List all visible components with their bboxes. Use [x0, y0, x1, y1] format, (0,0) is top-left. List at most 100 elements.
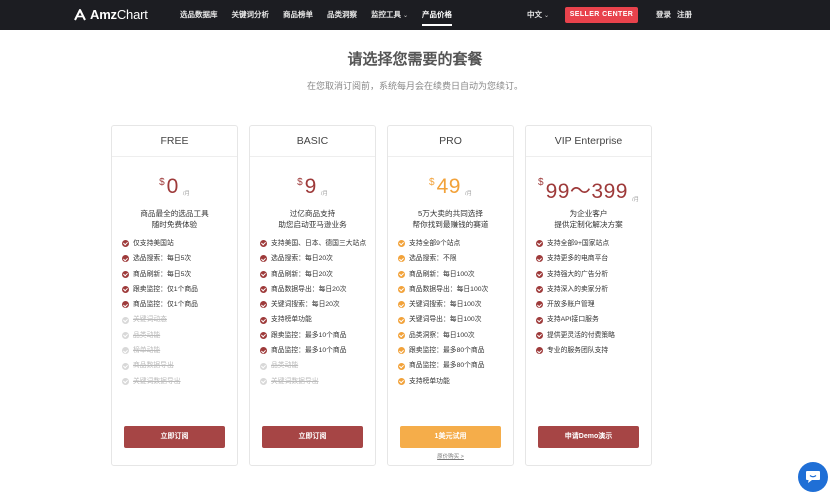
plan-feature: 关键词数据导出 — [260, 374, 371, 389]
price-amount: 49 — [436, 175, 461, 198]
check-circle-icon — [536, 301, 543, 309]
plan-feature: 支持深入的卖家分析 — [536, 282, 647, 297]
page-title: 请选择您需要的套餐 — [347, 51, 483, 68]
nav-item-label: 产品价格 — [422, 10, 453, 19]
nav-item-5[interactable]: 产品价格 — [422, 0, 453, 30]
plan-cta-button[interactable]: 立即订阅 — [262, 426, 363, 448]
plan-feature-text: 支持更多的电商平台 — [547, 255, 609, 263]
plan-feature-text: 支持榜单功能 — [409, 377, 450, 385]
price-currency: $ — [429, 177, 435, 188]
plan-description: 过亿商品支持 助您启动亚马逊业务 — [250, 208, 375, 230]
price-period: /月 — [631, 197, 639, 203]
check-circle-icon — [260, 286, 267, 294]
plan-feature: 商品数据导出：每日20次 — [260, 282, 371, 297]
check-circle-icon — [536, 270, 543, 278]
plan-feature: 品类动能 — [122, 328, 233, 343]
plan-cta-button[interactable]: 申请Demo演示 — [538, 426, 639, 448]
check-circle-icon — [122, 316, 129, 324]
plan-feature-text: 跟卖监控：最多80个商品 — [409, 347, 485, 355]
plan-feature: 关键词搜索：每日100次 — [398, 297, 509, 312]
check-circle-icon — [398, 316, 405, 324]
chat-button[interactable] — [798, 462, 828, 492]
plan-feature-text: 商品数据导出 — [133, 362, 174, 370]
nav-item-0[interactable]: 选品数据库 — [180, 0, 218, 30]
nav-item-3[interactable]: 品类洞察 — [327, 0, 357, 30]
check-circle-icon — [122, 377, 129, 385]
check-circle-icon — [122, 331, 129, 339]
plan-description-line: 助您启动亚马逊业务 — [278, 220, 347, 229]
check-circle-icon — [398, 270, 405, 278]
plan-feature: 跟卖监控：仅1个商品 — [122, 282, 233, 297]
plan-feature-text: 跟卖监控：最多10个商品 — [271, 331, 347, 339]
plan-feature: 商品数据导出：每日100次 — [398, 282, 509, 297]
plan-description: 商品最全的选品工具 随时免费体验 — [112, 208, 237, 230]
price-currency: $ — [297, 177, 303, 188]
check-circle-icon — [536, 240, 543, 248]
plan-feature-text: 关键词搜索：每日100次 — [409, 301, 482, 309]
price-period: /月 — [320, 191, 328, 197]
check-circle-icon — [260, 377, 267, 385]
plan-feature-text: 选品搜索：每日5次 — [133, 255, 192, 263]
language-selector[interactable]: 中文 ⌄ — [527, 0, 549, 30]
plan-description-line: 帮你找到最赚钱的赛道 — [412, 220, 489, 229]
plan-feature-text: 品类动能 — [133, 331, 161, 339]
check-circle-icon — [536, 347, 543, 355]
check-circle-icon — [260, 331, 267, 339]
price-period: /月 — [182, 191, 190, 197]
plan-feature-text: 关键词数据导出 — [271, 377, 319, 385]
buy-full-price-link[interactable]: 原价购买 > — [388, 452, 513, 460]
nav-item-label: 商品榜单 — [283, 10, 313, 19]
plan-feature: 选品搜索：每日5次 — [122, 251, 233, 266]
check-circle-icon — [122, 240, 129, 248]
nav-item-label: 品类洞察 — [327, 10, 357, 19]
check-circle-icon — [398, 347, 405, 355]
plan-feature-list: 支持全部9个站点 选品搜索：不限 商品刷新：每日100次 商品数据导出：每日100次关… — [398, 236, 509, 389]
plan-description-line: 为企业客户 — [569, 209, 608, 218]
check-circle-icon — [260, 255, 267, 263]
nav-item-2[interactable]: 商品榜单 — [283, 0, 313, 30]
seller-center-button[interactable]: SELLER CENTER — [565, 7, 638, 23]
plan-feature: 商品监控：最多80个商品 — [398, 358, 509, 373]
plan-description: 5万大卖的共同选择 帮你找到最赚钱的赛道 — [388, 208, 513, 230]
plan-feature-text: 商品监控：仅1个商品 — [133, 301, 198, 309]
plan-feature-text: 榜单动能 — [133, 347, 161, 355]
plan-feature-text: 选品搜索：不限 — [409, 255, 457, 263]
plan-feature-text: 关键词动态 — [133, 316, 167, 324]
language-label: 中文 — [527, 10, 542, 19]
plan-name: VIP Enterprise — [526, 126, 651, 157]
plan-feature-text: 关键词数据导出 — [133, 377, 181, 385]
plan-feature-text: 品类动能 — [271, 362, 299, 370]
check-circle-icon — [536, 331, 543, 339]
plan-description: 为企业客户 提供定制化解决方案 — [526, 208, 651, 230]
plan-name: FREE — [112, 126, 237, 157]
login-link[interactable]: 登录 — [656, 10, 671, 19]
plan-feature-text: 品类洞察：每日100次 — [409, 331, 475, 339]
plan-feature-text: 商品刷新：每日5次 — [133, 270, 192, 278]
plan-feature: 关键词数据导出 — [122, 374, 233, 389]
chevron-down-icon: ⌄ — [544, 13, 550, 19]
plan-feature-list: 支持全部9+国家站点 支持更多的电商平台 支持强大的广告分析 支持深入的卖家分析 开放多… — [536, 236, 647, 358]
nav-item-label: 关键词分析 — [231, 10, 270, 19]
plan-feature: 商品刷新：每日5次 — [122, 267, 233, 282]
nav-item-4[interactable]: 监控工具 ⌄ — [371, 0, 408, 30]
brand-logo[interactable]: Amz Chart — [73, 7, 148, 22]
nav-item-1[interactable]: 关键词分析 — [232, 0, 270, 30]
plan-feature: 商品刷新：每日20次 — [260, 267, 371, 282]
plan-feature: 支持API接口服务 — [536, 312, 647, 327]
check-circle-icon — [260, 240, 267, 248]
plan-feature: 专业的服务团队支持 — [536, 343, 647, 358]
plan-feature-text: 支持深入的卖家分析 — [547, 285, 609, 293]
check-circle-icon — [122, 301, 129, 309]
check-circle-icon — [260, 301, 267, 309]
plan-feature-text: 支持API接口服务 — [547, 316, 599, 324]
plan-feature-text: 支持全部9+国家站点 — [547, 240, 610, 247]
plan-cta-button[interactable]: 1美元试用 — [400, 426, 501, 448]
plan-card-0: FREE $0/月 商品最全的选品工具 随时免费体验 仅支持美国站 选品搜索：每日5次 商品… — [111, 125, 238, 466]
plan-feature-text: 支持榜单功能 — [271, 316, 312, 324]
plan-feature-text: 商品刷新：每日20次 — [271, 270, 333, 278]
check-circle-icon — [122, 255, 129, 263]
check-circle-icon — [260, 347, 267, 355]
register-link[interactable]: 注册 — [677, 10, 692, 19]
plan-cta-button[interactable]: 立即订阅 — [124, 426, 225, 448]
nav-item-label: 选品数据库 — [180, 10, 218, 19]
